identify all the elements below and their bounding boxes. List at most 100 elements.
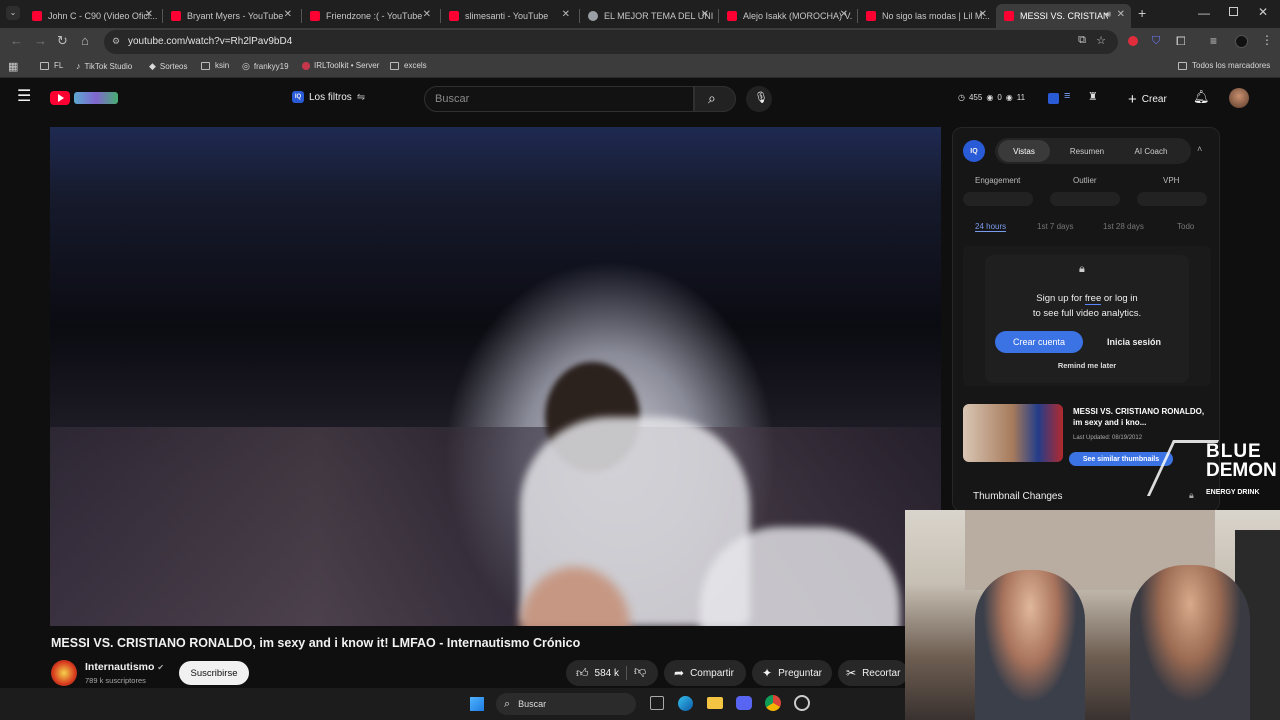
vidiq-list-icon[interactable]: ≡	[1064, 90, 1070, 102]
search-input[interactable]: Buscar	[424, 86, 694, 112]
dislike-button[interactable]: 👎︎	[634, 664, 646, 679]
free-link[interactable]: free	[1084, 293, 1102, 305]
profile-avatar-icon[interactable]	[1235, 35, 1248, 48]
bookmark-item[interactable]: FL	[40, 61, 63, 70]
tab-close-icon[interactable]: ✕	[423, 9, 431, 20]
account-avatar[interactable]	[1229, 88, 1249, 108]
browser-tab[interactable]: Friendzone :( - YouTube ✕	[302, 4, 437, 28]
chrome-icon[interactable]	[765, 695, 781, 711]
browser-tab[interactable]: EL MEJOR TEMA DEL UNI... ✕	[580, 4, 715, 28]
bookmark-item[interactable]: ksin	[201, 61, 229, 70]
site-info-icon[interactable]: ⚙︎	[112, 36, 120, 47]
period-tab[interactable]: 24 hours	[975, 222, 1007, 232]
collapse-chevron-icon[interactable]: ˄	[1197, 144, 1202, 154]
browser-tab[interactable]: John C - C90 (Video Ofici... ✕	[24, 4, 159, 28]
video-thumbnail[interactable]	[963, 404, 1063, 462]
reading-list-icon[interactable]: ≡	[1210, 34, 1217, 48]
browser-tab[interactable]: slimesanti - YouTube ✕	[441, 4, 576, 28]
tab-ai-coach[interactable]: AI Coach	[1123, 140, 1179, 162]
install-app-icon[interactable]: ⧉	[1078, 34, 1086, 47]
button-label: Inicia sesión	[1106, 337, 1162, 347]
like-button[interactable]: 👍︎ 584 k	[566, 660, 624, 686]
video-player[interactable]	[50, 127, 941, 626]
button-label: See similar thumbnails	[1082, 455, 1160, 463]
tab-vistas[interactable]: Vistas	[998, 140, 1050, 162]
stat-value: 455	[968, 93, 983, 102]
discord-icon[interactable]	[736, 696, 752, 710]
trophy-icon[interactable]: ♜	[1088, 90, 1098, 103]
bookmark-item[interactable]: excels	[390, 61, 427, 70]
file-explorer-icon[interactable]	[707, 697, 723, 709]
apps-grid-icon[interactable]: ▦	[8, 60, 18, 73]
reload-icon[interactable]: ↻	[57, 34, 68, 48]
tab-title: Friendzone :( - YouTube	[326, 11, 423, 21]
vidiq-icon[interactable]	[1048, 93, 1059, 104]
doodle-logo-icon[interactable]	[74, 92, 118, 104]
bookmark-star-icon[interactable]: ☆	[1096, 34, 1106, 47]
ask-button[interactable]: ✦ Preguntar	[752, 660, 832, 686]
edge-icon[interactable]	[678, 696, 693, 711]
windows-start-icon[interactable]	[470, 697, 484, 711]
filters-button[interactable]: IQ Los filtros ⇋	[292, 91, 365, 103]
youtube-logo-icon[interactable]	[50, 91, 70, 105]
browser-toolbar: ← → ↻ ⌂ ⚙︎ youtube.com/watch?v=Rh2lPav9b…	[0, 28, 1280, 56]
all-bookmarks-button[interactable]: Todos los marcadores	[1178, 61, 1270, 70]
link-icon: ◎	[242, 61, 250, 71]
bookmark-item[interactable]: ◆ Sorteos	[149, 61, 188, 72]
period-tab[interactable]: Todo	[1177, 222, 1194, 231]
voice-search-button[interactable]: 🎙︎	[746, 86, 772, 112]
create-button[interactable]: + Crear	[1124, 87, 1176, 111]
maximize-icon[interactable]	[1229, 7, 1238, 16]
metric-value-blurred	[1137, 192, 1207, 206]
tab-close-icon[interactable]: ✕	[840, 9, 848, 20]
new-tab-icon[interactable]: +	[1138, 6, 1146, 20]
channel-avatar[interactable]	[51, 660, 77, 686]
browser-tab[interactable]: No sigo las modas | Lil M... ✕	[858, 4, 993, 28]
tab-close-icon[interactable]: ✕	[145, 9, 153, 20]
notifications-bell-icon[interactable]: 🔔︎	[1193, 89, 1210, 105]
extension-shield-icon[interactable]: ⛉	[1152, 35, 1160, 48]
browser-menu-icon[interactable]: ⋮	[1261, 33, 1273, 47]
address-bar[interactable]: ⚙︎ youtube.com/watch?v=Rh2lPav9bD4 ⧉ ☆	[104, 30, 1118, 54]
tab-close-icon[interactable]: ✕	[701, 9, 709, 20]
extensions-puzzle-icon[interactable]: ⧠	[1176, 34, 1186, 49]
close-window-icon[interactable]: ✕	[1258, 5, 1268, 19]
home-icon[interactable]: ⌂	[81, 34, 89, 48]
extension-red-icon[interactable]	[1128, 36, 1138, 46]
create-account-button[interactable]: Crear cuenta	[995, 331, 1083, 353]
forward-icon[interactable]: →	[34, 34, 47, 48]
speaker-icon[interactable]: 🔊︎	[1105, 9, 1111, 20]
search-button[interactable]: ⌕	[694, 86, 736, 112]
tab-close-icon[interactable]: ✕	[1117, 9, 1125, 20]
hamburger-menu-icon[interactable]: ☰	[17, 89, 31, 105]
browser-tab[interactable]: Alejo Isakk (MOROCHA) V... ✕	[719, 4, 854, 28]
app-icon[interactable]	[794, 695, 810, 711]
tab-resumen[interactable]: Resumen	[1059, 140, 1115, 162]
minimize-icon[interactable]: —	[1198, 6, 1210, 20]
link-label: Remind me later	[1057, 361, 1117, 370]
bookmark-item[interactable]: ♪ TikTok Studio	[76, 61, 132, 71]
tab-list-chevron-icon[interactable]: ⌄	[6, 6, 20, 20]
browser-tab[interactable]: Bryant Myers - YouTube ✕	[163, 4, 298, 28]
tab-close-icon[interactable]: ✕	[979, 9, 987, 20]
browser-tab-active[interactable]: MESSI VS. CRISTIANO... 🔊︎ ✕	[996, 4, 1131, 28]
taskbar-search[interactable]: ⌕ Buscar	[496, 693, 636, 715]
sliders-icon: ⇋	[356, 91, 366, 103]
share-button[interactable]: ➦ Compartir	[664, 660, 746, 686]
tab-close-icon[interactable]: ✕	[284, 9, 292, 20]
period-tab[interactable]: 1st 7 days	[1037, 222, 1073, 231]
back-icon[interactable]: ←	[10, 34, 23, 48]
remind-later-link[interactable]: Remind me later	[985, 361, 1189, 370]
youtube-header: ☰ IQ Los filtros ⇋ Buscar ⌕ 🎙︎ ◷ 455 ◉ 0 ◉…	[0, 79, 1280, 119]
clip-button[interactable]: ✂ Recortar	[838, 660, 908, 686]
subscribe-button[interactable]: Suscribirse	[179, 661, 249, 685]
login-button[interactable]: Inicia sesión	[1089, 331, 1179, 353]
channel-name[interactable]: Internautismo ✔︎	[85, 661, 164, 673]
period-tab[interactable]: 1st 28 days	[1103, 222, 1144, 231]
similar-thumbnails-button[interactable]: See similar thumbnails	[1069, 452, 1173, 466]
task-view-icon[interactable]	[650, 696, 664, 710]
tab-close-icon[interactable]: ✕	[562, 9, 570, 20]
bookmark-item[interactable]: IRLToolkit • Server	[302, 61, 379, 70]
microphone-icon: 🎙︎	[754, 92, 768, 104]
bookmark-item[interactable]: ◎ frankyy19	[242, 61, 289, 72]
